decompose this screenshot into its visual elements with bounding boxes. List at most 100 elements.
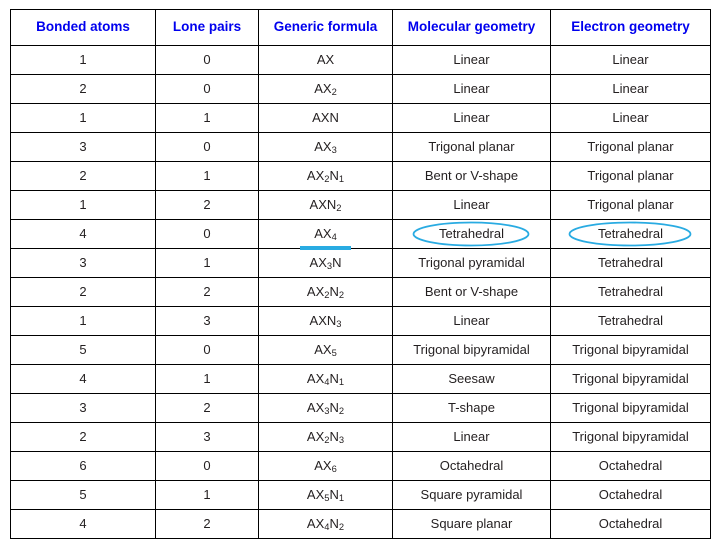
cell-lone-pairs: 1: [155, 364, 259, 394]
formula-subscript: 2: [324, 290, 330, 301]
cell-generic-formula: AX3: [258, 132, 393, 162]
cell-generic-formula: AX4: [258, 219, 393, 251]
cell-generic-formula: AX5: [258, 335, 393, 365]
cell-bonded-atoms: 2: [10, 277, 156, 307]
cell-lone-pairs: 1: [155, 103, 259, 133]
cell-generic-formula: AX3N: [258, 248, 393, 278]
table-row: 6 0 AX6 Octahedral Octahedral: [10, 451, 711, 481]
table-row: 4 2 AX4N2 Square planar Octahedral: [10, 509, 711, 539]
cell-electron-geometry: Tetrahedral: [550, 306, 711, 336]
cell-molecular-geometry: Linear: [392, 74, 551, 104]
cell-bonded-atoms: 4: [10, 364, 156, 394]
cell-generic-formula: AX6: [258, 451, 393, 481]
table-row: 5 0 AX5 Trigonal bipyramidal Trigonal bipyra…: [10, 335, 711, 365]
cell-electron-geometry: Octahedral: [550, 480, 711, 510]
cell-lone-pairs: 1: [155, 161, 259, 191]
table-row: 4 1 AX4N1 Seesaw Trigonal bipyramidal: [10, 364, 711, 394]
table-row: 4 0 AX4 Tetrahedral Tetrahedral: [10, 219, 711, 251]
table-row: 2 0 AX2 Linear Linear: [10, 74, 711, 104]
formula-subscript: 2: [338, 522, 345, 533]
cell-bonded-atoms: 1: [10, 190, 156, 220]
formula-text: AX3: [314, 138, 337, 156]
cell-bonded-atoms: 3: [10, 248, 156, 278]
cell-molecular-geometry: Seesaw: [392, 364, 551, 394]
cell-electron-geometry: Octahedral: [550, 451, 711, 481]
cell-lone-pairs: 2: [155, 277, 259, 307]
cell-molecular-geometry: Linear: [392, 306, 551, 336]
column-header-generic-formula: Generic formula: [258, 9, 393, 46]
table-row: 2 3 AX2N3 Linear Trigonal bipyramidal: [10, 422, 711, 452]
formula-subscript: 2: [336, 203, 342, 214]
cell-molecular-geometry: Bent or V-shape: [392, 277, 551, 307]
geometry-label: Tetrahedral: [438, 225, 505, 241]
formula-text: AXN2: [309, 196, 342, 214]
cell-generic-formula: AX2N1: [258, 161, 393, 191]
cell-lone-pairs: 2: [155, 509, 259, 539]
formula-text: AX2: [314, 80, 337, 98]
cell-electron-geometry: Trigonal bipyramidal: [550, 422, 711, 452]
cell-generic-formula: AXN: [258, 103, 393, 133]
cell-lone-pairs: 0: [155, 132, 259, 162]
cell-generic-formula: AX4N1: [258, 364, 393, 394]
cell-electron-geometry: Trigonal planar: [550, 132, 711, 162]
formula-text: AX3N: [309, 254, 342, 272]
formula-text: AX4N1: [306, 370, 345, 388]
formula-text: AX3N2: [306, 399, 345, 417]
cell-electron-geometry: Linear: [550, 45, 711, 75]
formula-text: AXN3: [309, 312, 342, 330]
formula-subscript: 2: [331, 87, 337, 98]
formula-text: AX4N2: [306, 515, 345, 533]
table-body: 1 0 AX Linear Linear 2 0 AX2 Linear Linear 1 1 AXN Li…: [10, 45, 711, 539]
cell-generic-formula: AX5N1: [258, 480, 393, 510]
formula-subscript: 6: [331, 464, 337, 475]
cell-lone-pairs: 3: [155, 422, 259, 452]
vsepr-geometry-table: Bonded atoms Lone pairs Generic formula …: [10, 9, 711, 539]
cell-electron-geometry: Trigonal bipyramidal: [550, 364, 711, 394]
column-header-bonded-atoms: Bonded atoms: [10, 9, 156, 46]
cell-bonded-atoms: 4: [10, 509, 156, 539]
cell-lone-pairs: 0: [155, 219, 259, 249]
geometry-label: Tetrahedral: [597, 225, 664, 241]
formula-text: AX6: [314, 457, 337, 475]
cell-molecular-geometry: Octahedral: [392, 451, 551, 481]
formula-subscript: 1: [338, 377, 345, 388]
cell-lone-pairs: 2: [155, 190, 259, 220]
cell-bonded-atoms: 1: [10, 103, 156, 133]
cell-electron-geometry: Tetrahedral: [550, 219, 711, 249]
formula-subscript: 2: [338, 290, 345, 301]
cell-generic-formula: AX2: [258, 74, 393, 104]
formula-text: AX5: [314, 341, 337, 359]
cell-molecular-geometry: Bent or V-shape: [392, 161, 551, 191]
cell-bonded-atoms: 4: [10, 219, 156, 249]
cell-lone-pairs: 0: [155, 45, 259, 75]
cell-lone-pairs: 2: [155, 393, 259, 423]
cell-generic-formula: AX: [258, 45, 393, 75]
formula-text: AX2N2: [306, 283, 345, 301]
cell-molecular-geometry: Linear: [392, 103, 551, 133]
table-header-row: Bonded atoms Lone pairs Generic formula …: [10, 9, 711, 46]
formula-subscript: 4: [331, 232, 337, 243]
cell-bonded-atoms: 2: [10, 422, 156, 452]
formula-text: AX: [316, 51, 335, 67]
cell-molecular-geometry: Linear: [392, 45, 551, 75]
formula-subscript: 3: [338, 435, 345, 446]
ellipse-highlight-annotation: Tetrahedral: [569, 221, 692, 247]
cell-electron-geometry: Linear: [550, 103, 711, 133]
table-row: 5 1 AX5N1 Square pyramidal Octahedral: [10, 480, 711, 510]
cell-electron-geometry: Trigonal bipyramidal: [550, 393, 711, 423]
cell-generic-formula: AXN2: [258, 190, 393, 220]
cell-generic-formula: AXN3: [258, 306, 393, 336]
formula-subscript: 5: [324, 493, 330, 504]
cell-bonded-atoms: 6: [10, 451, 156, 481]
formula-text: AXN: [312, 109, 339, 125]
table-row: 1 0 AX Linear Linear: [10, 45, 711, 75]
cell-molecular-geometry: Square pyramidal: [392, 480, 551, 510]
cell-generic-formula: AX2N2: [258, 277, 393, 307]
table-row: 1 2 AXN2 Linear Trigonal planar: [10, 190, 711, 220]
cell-bonded-atoms: 2: [10, 161, 156, 191]
table-row: 2 1 AX2N1 Bent or V-shape Trigonal planar: [10, 161, 711, 191]
formula-subscript: 2: [324, 174, 330, 185]
cell-bonded-atoms: 3: [10, 132, 156, 162]
column-header-electron-geometry: Electron geometry: [550, 9, 711, 46]
cell-electron-geometry: Tetrahedral: [550, 248, 711, 278]
